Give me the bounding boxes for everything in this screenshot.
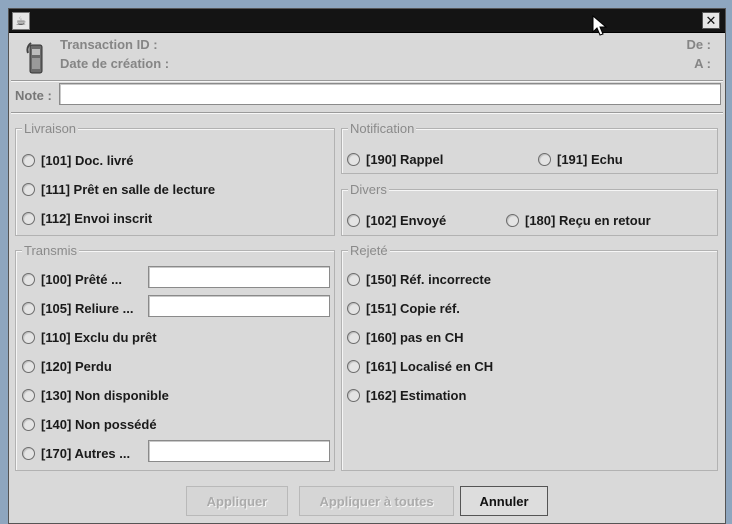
radio-option[interactable]: [150] Réf. incorrecte — [347, 272, 491, 287]
radio-label: [191] Echu — [557, 152, 623, 167]
radio-label: [111] Prêt en salle de lecture — [41, 182, 216, 197]
radio-option[interactable]: [191] Echu — [538, 152, 623, 167]
radio-button[interactable] — [22, 447, 35, 460]
note-label: Note : — [15, 88, 52, 103]
radio-label: [180] Reçu en retour — [525, 213, 651, 228]
transaction-header: Transaction ID : Date de création : De :… — [9, 33, 725, 83]
radio-option[interactable]: [111] Prêt en salle de lecture — [22, 182, 215, 197]
radio-label: [105] Reliure ... — [41, 301, 134, 316]
transmis-group: Transmis [100] Prêté ... [105] Reliure .… — [15, 243, 335, 471]
radio-button[interactable] — [347, 273, 360, 286]
radio-option[interactable]: [162] Estimation — [347, 388, 466, 403]
group-title: Transmis — [22, 243, 79, 258]
radio-option[interactable]: [112] Envoi inscrit — [22, 211, 152, 226]
radio-button[interactable] — [347, 214, 360, 227]
radio-option[interactable]: [161] Localisé en CH — [347, 359, 493, 374]
radio-option[interactable]: [190] Rappel — [347, 152, 443, 167]
radio-button[interactable] — [22, 389, 35, 402]
group-title: Notification — [348, 121, 417, 136]
radio-option[interactable]: [151] Copie réf. — [347, 301, 460, 316]
radio-option[interactable]: [130] Non disponible — [22, 388, 169, 403]
group-title: Livraison — [22, 121, 79, 136]
radio-label: [170] Autres ... — [41, 446, 131, 461]
group-title: Divers — [348, 182, 389, 197]
radio-button[interactable] — [22, 418, 35, 431]
divers-group: Divers [102] Envoyé [180] Reçu en retour — [341, 182, 718, 236]
transaction-id-label: Transaction ID : — [60, 37, 158, 52]
coffee-cup-icon: ☕ — [12, 12, 30, 30]
pret-details-input[interactable] — [148, 266, 330, 288]
radio-option[interactable]: [140] Non possédé — [22, 417, 157, 432]
radio-button[interactable] — [22, 302, 35, 315]
radio-option[interactable]: [180] Reçu en retour — [506, 213, 651, 228]
radio-option[interactable]: [110] Exclu du prêt — [22, 330, 157, 345]
radio-label: [150] Réf. incorrecte — [366, 272, 491, 287]
radio-button[interactable] — [347, 389, 360, 402]
livraison-group: Livraison [101] Doc. livré [111] Prêt en… — [15, 121, 335, 236]
notification-group: Notification [190] Rappel [191] Echu — [341, 121, 718, 174]
radio-button[interactable] — [347, 302, 360, 315]
cancel-button[interactable]: Annuler — [460, 486, 548, 516]
autres-details-input[interactable] — [148, 440, 330, 462]
radio-label: [120] Perdu — [41, 359, 112, 374]
radio-button[interactable] — [22, 183, 35, 196]
apply-button[interactable]: Appliquer — [186, 486, 288, 516]
radio-option[interactable]: [120] Perdu — [22, 359, 112, 374]
radio-label: [102] Envoyé — [366, 213, 447, 228]
radio-label: [161] Localisé en CH — [366, 359, 494, 374]
radio-label: [162] Estimation — [366, 388, 467, 403]
radio-label: [101] Doc. livré — [41, 153, 134, 168]
apply-all-button[interactable]: Appliquer à toutes — [299, 486, 454, 516]
dialog-window: ☕ ✕ Transaction ID : Date de création : … — [8, 8, 726, 524]
radio-button[interactable] — [347, 331, 360, 344]
title-bar[interactable]: ☕ ✕ — [9, 9, 725, 33]
telephone-icon — [26, 42, 43, 74]
radio-label: [151] Copie réf. — [366, 301, 460, 316]
radio-option[interactable]: [102] Envoyé — [347, 213, 446, 228]
radio-label: [160] pas en CH — [366, 330, 464, 345]
radio-label: [112] Envoi inscrit — [41, 211, 153, 226]
rejete-group: Rejeté [150] Réf. incorrecte [151] Copie… — [341, 243, 718, 471]
radio-label: [140] Non possédé — [41, 417, 157, 432]
close-button[interactable]: ✕ — [702, 12, 720, 29]
radio-option[interactable]: [100] Prêté ... — [22, 272, 122, 287]
radio-button[interactable] — [506, 214, 519, 227]
radio-label: [130] Non disponible — [41, 388, 169, 403]
radio-button[interactable] — [22, 360, 35, 373]
radio-button[interactable] — [22, 154, 35, 167]
radio-label: [190] Rappel — [366, 152, 444, 167]
separator — [11, 112, 723, 114]
radio-option[interactable]: [160] pas en CH — [347, 330, 464, 345]
note-input[interactable] — [59, 83, 721, 105]
radio-button[interactable] — [538, 153, 551, 166]
group-title: Rejeté — [348, 243, 390, 258]
radio-option[interactable]: [101] Doc. livré — [22, 153, 134, 168]
radio-button[interactable] — [347, 153, 360, 166]
radio-button[interactable] — [347, 360, 360, 373]
radio-label: [110] Exclu du prêt — [41, 330, 157, 345]
separator — [11, 80, 723, 82]
radio-button[interactable] — [22, 273, 35, 286]
from-label: De : — [686, 37, 711, 52]
radio-button[interactable] — [22, 212, 35, 225]
radio-label: [100] Prêté ... — [41, 272, 122, 287]
reliure-details-input[interactable] — [148, 295, 330, 317]
radio-option[interactable]: [170] Autres ... — [22, 446, 130, 461]
to-label: A : — [694, 56, 711, 71]
radio-button[interactable] — [22, 331, 35, 344]
radio-option[interactable]: [105] Reliure ... — [22, 301, 133, 316]
creation-date-label: Date de création : — [60, 56, 170, 71]
